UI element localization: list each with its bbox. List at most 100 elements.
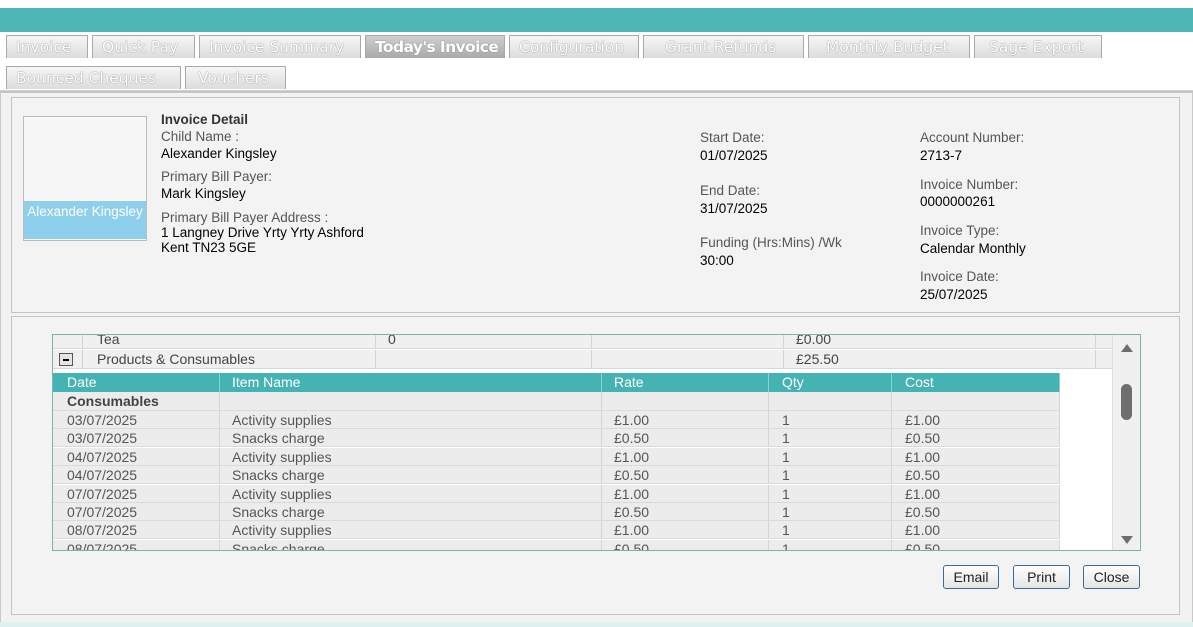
expand-cell (53, 335, 83, 349)
end-date-value: 31/07/2025 (700, 201, 768, 216)
tab-invoice-summary[interactable]: Invoice Summary (199, 35, 361, 58)
grid-scrollbar[interactable] (1112, 335, 1140, 550)
invoice-date-label: Invoice Date: (920, 269, 999, 284)
cell-qty: 1 (769, 484, 892, 502)
column-header-cost[interactable]: Cost (892, 373, 1060, 392)
cell-item-name: Snacks charge (220, 503, 602, 520)
bill-payer-address-label: Primary Bill Payer Address : (161, 210, 329, 225)
summary-row[interactable]: Tea 0 £0.00 (53, 335, 1113, 349)
cell-cost: £1.00 (892, 411, 1060, 428)
scroll-thumb[interactable] (1121, 384, 1132, 420)
summary-row[interactable]: Products & Consumables £25.50 (53, 350, 1113, 369)
tab-grant-refunds[interactable]: Grant Refunds (643, 35, 804, 58)
group-label: Consumables (53, 392, 220, 410)
print-button[interactable]: Print (1013, 565, 1070, 589)
group-blank (220, 392, 602, 410)
bill-payer-value: Mark Kingsley (161, 186, 246, 201)
tab-todays-invoice[interactable]: Today's Invoice (365, 35, 505, 58)
cell-qty: 1 (769, 447, 892, 465)
invoice-number-value: 0000000261 (920, 194, 996, 209)
invoice-detail-panel: Alexander Kingsley Invoice Detail Child … (11, 97, 1180, 313)
invoice-number-label: Invoice Number: (920, 177, 1019, 192)
photo-name-label: Alexander Kingsley (24, 201, 146, 239)
group-row: Consumables (53, 392, 1060, 411)
tab-monthly-budget[interactable]: Monthly Budget (808, 35, 970, 58)
summary-count: 0 (376, 335, 592, 349)
cell-rate: £0.50 (602, 503, 769, 520)
table-row[interactable]: 04/07/2025 Activity supplies £1.00 1 £1.00 (53, 447, 1060, 466)
address-line-1: 1 Langney Drive Yrty Yrty Ashford (161, 225, 364, 240)
cell-item-name: Snacks charge (220, 429, 602, 447)
cell-cost: £0.50 (892, 503, 1060, 520)
top-bar (0, 8, 1193, 32)
cell-date: 08/07/2025 (53, 521, 220, 539)
invoice-type-label: Invoice Type: (920, 223, 1000, 238)
cell-cost: £1.00 (892, 447, 1060, 465)
cell-qty: 1 (769, 539, 892, 550)
cell-date: 07/07/2025 (53, 503, 220, 520)
table-row[interactable]: 07/07/2025 Snacks charge £0.50 1 £0.50 (53, 503, 1060, 521)
cell-qty: 1 (769, 503, 892, 520)
table-row[interactable]: 07/07/2025 Activity supplies £1.00 1 £1.00 (53, 484, 1060, 503)
cell-rate: £0.50 (602, 466, 769, 484)
account-number-value: 2713-7 (920, 148, 963, 163)
column-header-item-name[interactable]: Item Name (220, 373, 602, 392)
column-header-qty[interactable]: Qty (769, 373, 892, 392)
cell-date: 04/07/2025 (53, 447, 220, 465)
tab-sage-export[interactable]: Sage Export (974, 35, 1102, 58)
column-header-rate[interactable]: Rate (602, 373, 769, 392)
cell-cost: £0.50 (892, 429, 1060, 447)
summary-amount: £25.50 (784, 350, 1096, 369)
email-button[interactable]: Email (943, 565, 999, 589)
tab-quick-pay[interactable]: Quick Pay (92, 35, 195, 58)
tab-configuration[interactable]: Configuration (509, 35, 639, 58)
table-row[interactable]: 03/07/2025 Snacks charge £0.50 1 £0.50 (53, 429, 1060, 448)
cell-rate: £0.50 (602, 429, 769, 447)
table-row[interactable]: 04/07/2025 Snacks charge £0.50 1 £0.50 (53, 466, 1060, 485)
cell-item-name: Snacks charge (220, 539, 602, 550)
table-header: Date Item Name Rate Qty Cost (53, 373, 1060, 392)
table-row[interactable]: 03/07/2025 Activity supplies £1.00 1 £1.00 (53, 411, 1060, 429)
child-name-value: Alexander Kingsley (161, 146, 277, 161)
funding-value: 30:00 (700, 253, 734, 268)
cell-cost: £1.00 (892, 521, 1060, 539)
cell-qty: 1 (769, 466, 892, 484)
expand-cell (53, 350, 83, 369)
table-row[interactable]: 08/07/2025 Snacks charge £0.50 1 £0.50 (53, 539, 1060, 550)
cell-item-name: Activity supplies (220, 521, 602, 539)
cell-rate: £1.00 (602, 447, 769, 465)
summary-end (1096, 350, 1113, 369)
cell-rate: £0.50 (602, 539, 769, 550)
group-blank (602, 392, 769, 410)
cell-rate: £1.00 (602, 411, 769, 428)
summary-name: Tea (83, 335, 376, 349)
cell-date: 03/07/2025 (53, 411, 220, 428)
table-row[interactable]: 08/07/2025 Activity supplies £1.00 1 £1.00 (53, 521, 1060, 540)
cell-qty: 1 (769, 521, 892, 539)
child-photo: Alexander Kingsley (23, 116, 147, 241)
column-header-date[interactable]: Date (53, 373, 220, 392)
cell-rate: £1.00 (602, 484, 769, 502)
tab-vouchers[interactable]: Vouchers (185, 66, 286, 89)
cell-cost: £0.50 (892, 466, 1060, 484)
start-date-value: 01/07/2025 (700, 148, 768, 163)
invoice-detail-heading: Invoice Detail (161, 112, 249, 127)
close-button[interactable]: Close (1083, 565, 1140, 589)
summary-count (376, 350, 592, 369)
summary-end (1096, 335, 1113, 349)
summary-blank (592, 350, 784, 369)
cell-date: 04/07/2025 (53, 466, 220, 484)
cell-item-name: Activity supplies (220, 447, 602, 465)
cell-qty: 1 (769, 411, 892, 428)
group-blank (769, 392, 892, 410)
tab-bounced-cheques[interactable]: Bounced Cheques (6, 66, 181, 89)
scroll-down-icon[interactable] (1121, 536, 1133, 544)
tab-invoice[interactable]: Invoice (6, 35, 88, 58)
bottom-edge (0, 622, 1193, 627)
cell-item-name: Activity supplies (220, 484, 602, 502)
invoice-content: Alexander Kingsley Invoice Detail Child … (0, 92, 1193, 627)
scroll-up-icon[interactable] (1121, 344, 1133, 352)
invoice-type-value: Calendar Monthly (920, 241, 1026, 256)
cell-date: 03/07/2025 (53, 429, 220, 447)
collapse-icon[interactable] (59, 353, 73, 366)
